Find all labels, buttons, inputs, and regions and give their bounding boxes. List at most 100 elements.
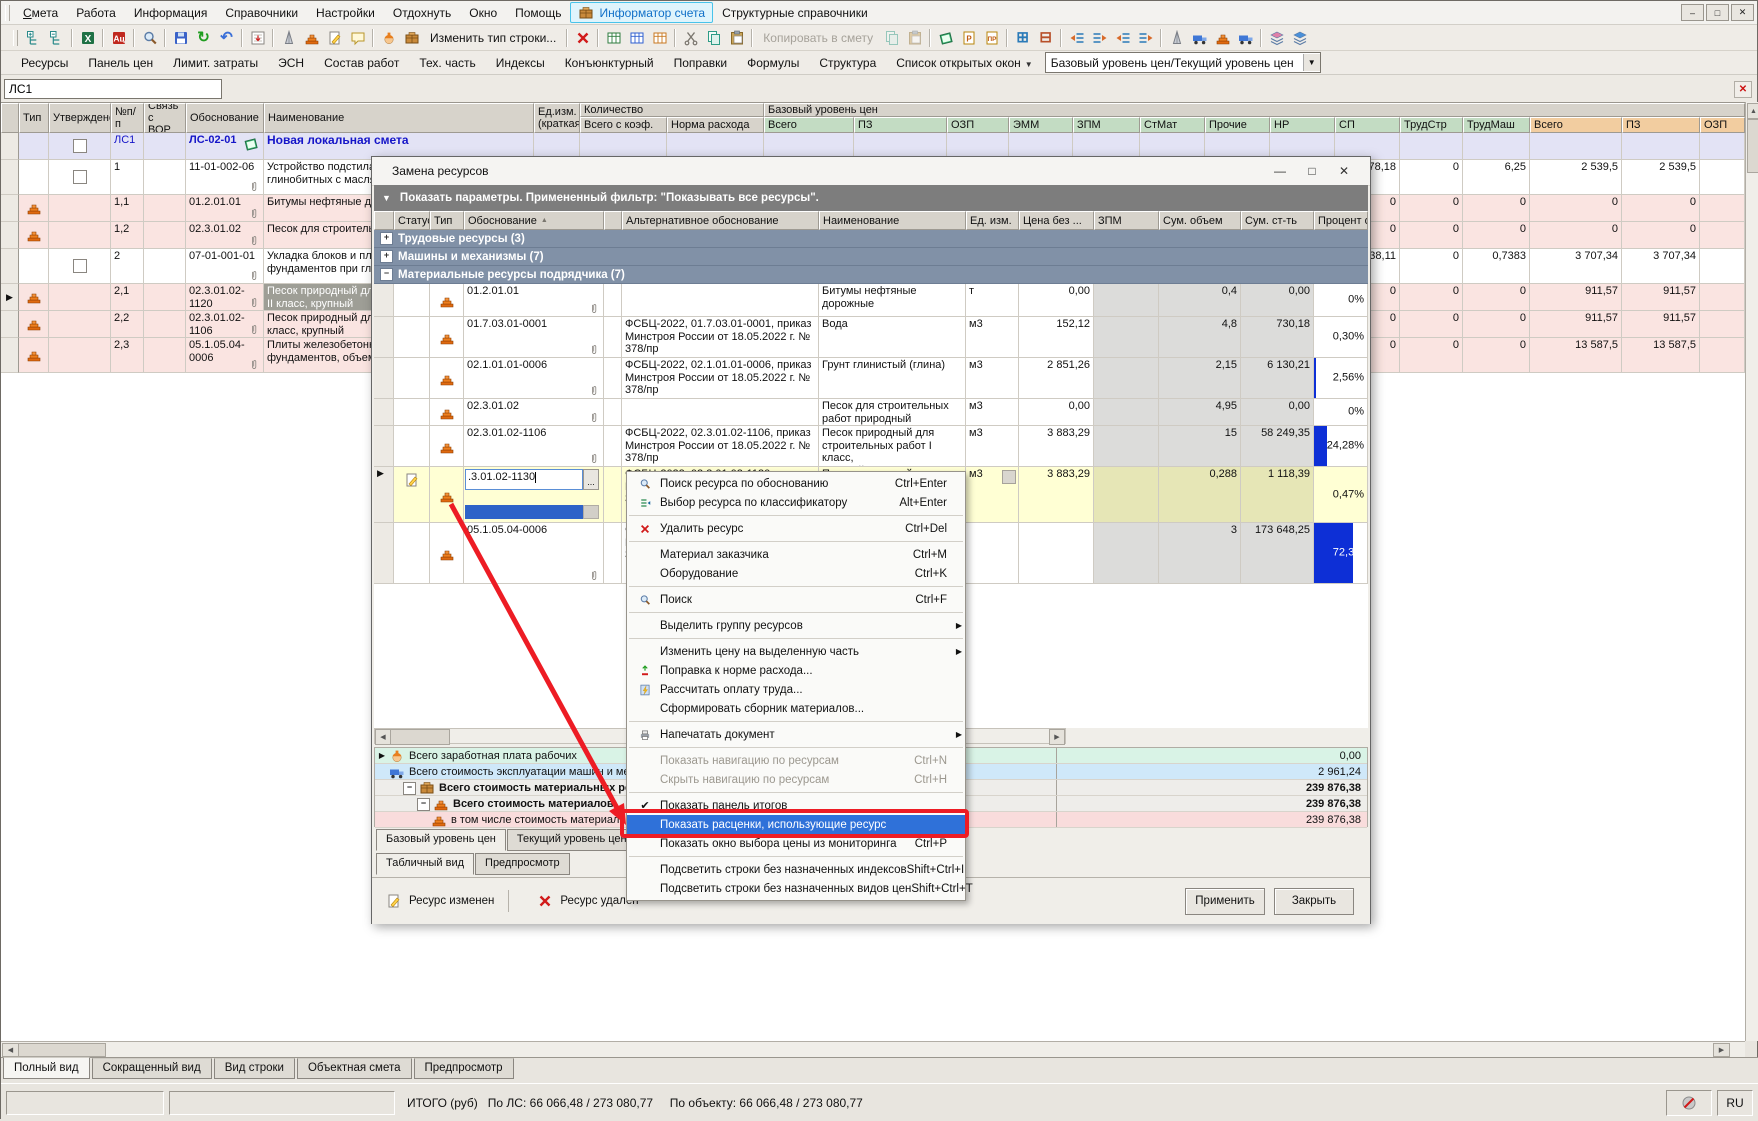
- context-menu-item[interactable]: Поправка к норме расхода...: [627, 661, 965, 680]
- cell-reference-input[interactable]: [4, 79, 222, 99]
- toolbar-button-save[interactable]: [169, 27, 192, 49]
- toolbar-button-row-insert[interactable]: ⊞: [1011, 27, 1034, 49]
- open-windows-dropdown[interactable]: Список открытых окон▼: [886, 54, 1038, 72]
- toolbar-button-bricks[interactable]: [1211, 27, 1234, 49]
- vertical-scrollbar[interactable]: ▲: [1745, 102, 1758, 1041]
- scroll-left-icon[interactable]: ◀: [375, 729, 391, 745]
- context-menu-item[interactable]: Материал заказчикаCtrl+M: [627, 545, 965, 564]
- panel-button-6[interactable]: Тех. часть: [409, 54, 485, 72]
- tab-4[interactable]: Объектная смета: [297, 1058, 412, 1079]
- toolbar-button-search[interactable]: [138, 27, 161, 49]
- toolbar-button-paste[interactable]: [725, 27, 748, 49]
- toolbar-button-building-doc[interactable]: [400, 27, 423, 49]
- unit-mini-button[interactable]: [1002, 470, 1016, 484]
- panel-button-4[interactable]: ЭСН: [268, 54, 314, 72]
- justification-edit-input[interactable]: .3.01.02-1130: [465, 469, 583, 490]
- toolbar-button-truck-add[interactable]: [1188, 27, 1211, 49]
- dialog-table-row[interactable]: 02.1.01.01-0006ФСБЦ-2022, 02.1.01.01-000…: [374, 358, 1368, 399]
- toolbar-button-undo[interactable]: ↶: [215, 27, 238, 49]
- toolbar-button-page-pr[interactable]: [980, 27, 1003, 49]
- toolbar-button-resource-man[interactable]: [377, 27, 400, 49]
- context-menu-item[interactable]: Напечатать документ▶: [627, 725, 965, 744]
- toolbar-button-comment[interactable]: [346, 27, 369, 49]
- chevron-down-icon[interactable]: ▼: [1303, 54, 1320, 71]
- price-level-combo[interactable]: Базовый уровень цен/Текущий уровень цен▼: [1045, 52, 1321, 73]
- window-minimize-button[interactable]: –: [1681, 4, 1704, 21]
- expand-icon[interactable]: +: [380, 250, 393, 263]
- toolbar-button-clipboard-edit[interactable]: [323, 27, 346, 49]
- toolbar-button-page-p[interactable]: [957, 27, 980, 49]
- panel-button-11[interactable]: Структура: [809, 54, 886, 72]
- toolbar-button-cut[interactable]: [679, 27, 702, 49]
- tab-3[interactable]: Вид строки: [214, 1058, 295, 1079]
- scroll-left-icon[interactable]: ◀: [2, 1043, 19, 1057]
- approved-checkbox[interactable]: [73, 259, 87, 273]
- dialog-view-tab-2[interactable]: Предпросмотр: [475, 853, 570, 875]
- context-menu-item[interactable]: ✔Показать панель итогов: [627, 796, 965, 815]
- toolbar-button-table-edit[interactable]: [625, 27, 648, 49]
- context-menu-item[interactable]: Подсветить строки без назначенных индекс…: [627, 860, 965, 879]
- menu-item-7[interactable]: Окно: [460, 4, 506, 22]
- context-menu-item[interactable]: Подсветить строки без назначенных видов …: [627, 879, 965, 898]
- toolbar-button-change-row-type[interactable]: Изменить тип строки...: [423, 31, 563, 45]
- close-button[interactable]: Закрыть: [1274, 888, 1354, 915]
- toolbar-button-truck[interactable]: [1234, 27, 1257, 49]
- toolbar-button-pdf-export[interactable]: [107, 27, 130, 49]
- toolbar-button-tree-expand[interactable]: [22, 27, 45, 49]
- collapse-triangle-icon[interactable]: ▼: [382, 193, 391, 203]
- dialog-close-button[interactable]: ✕: [1328, 160, 1360, 181]
- toolbar-button-outdent-right[interactable]: [1111, 27, 1134, 49]
- panel-button-9[interactable]: Поправки: [664, 54, 737, 72]
- toolbar-button-delete-row[interactable]: [571, 27, 594, 49]
- context-menu-item[interactable]: Выбор ресурса по классификаторуAlt+Enter: [627, 493, 965, 512]
- approved-checkbox[interactable]: [73, 170, 87, 184]
- formula-close-icon[interactable]: ✕: [1734, 81, 1752, 98]
- panel-button-8[interactable]: Конъюнктурный: [555, 54, 664, 72]
- context-menu-item[interactable]: Изменить цену на выделенную часть▶: [627, 642, 965, 661]
- toolbar-button-indent-left[interactable]: [1088, 27, 1111, 49]
- context-menu-item[interactable]: Сформировать сборник материалов...: [627, 699, 965, 718]
- tab-2[interactable]: Сокращенный вид: [92, 1058, 212, 1079]
- dialog-table-row[interactable]: 01.7.03.01-0001ФСБЦ-2022, 01.7.03.01-000…: [374, 317, 1368, 358]
- toolbar-button-tree-collapse[interactable]: [45, 27, 68, 49]
- menu-item-6[interactable]: Отдохнуть: [384, 4, 460, 22]
- panel-button-3[interactable]: Лимит. затраты: [163, 54, 268, 72]
- toolbar-button-indent-right[interactable]: [1065, 27, 1088, 49]
- dialog-table-row[interactable]: 02.3.01.02Песок для строительных работ п…: [374, 399, 1368, 426]
- window-close-button[interactable]: ✕: [1731, 4, 1754, 21]
- resource-group-row[interactable]: +Трудовые ресурсы (3): [374, 230, 1368, 248]
- toolbar-button-row-remove[interactable]: ⊟: [1034, 27, 1057, 49]
- menu-item-8[interactable]: Помощь: [506, 4, 570, 22]
- toolbar-button-table-money[interactable]: [602, 27, 625, 49]
- dialog-title-bar[interactable]: Замена ресурсов — □ ✕: [372, 157, 1370, 186]
- language-indicator[interactable]: RU: [1717, 1090, 1753, 1116]
- context-menu-item[interactable]: Удалить ресурсCtrl+Del: [627, 519, 965, 538]
- menu-item-3[interactable]: Информация: [125, 4, 216, 22]
- ellipsis-button[interactable]: ...: [583, 469, 599, 490]
- horizontal-scrollbar[interactable]: ◀ ▶: [1, 1041, 1745, 1057]
- dialog-minimize-button[interactable]: —: [1264, 160, 1296, 181]
- toolbar-button-outdent-left[interactable]: [1134, 27, 1157, 49]
- scroll-up-icon[interactable]: ▲: [1747, 103, 1758, 119]
- dialog-table-row[interactable]: 01.2.01.01Битумы нефтяные дорожныет0,000…: [374, 284, 1368, 317]
- scroll-right-icon[interactable]: ▶: [1049, 729, 1065, 745]
- apply-button[interactable]: Применить: [1185, 888, 1265, 915]
- tab-1[interactable]: Полный вид: [3, 1057, 90, 1079]
- panel-button-10[interactable]: Формулы: [737, 54, 809, 72]
- scroll-right-icon[interactable]: ▶: [1713, 1043, 1730, 1057]
- toolbar-button-refresh[interactable]: ↻: [192, 27, 215, 49]
- panel-button-5[interactable]: Состав работ: [314, 54, 409, 72]
- dialog-view-tab-1[interactable]: Табличный вид: [376, 853, 474, 875]
- toolbar-button-layers-blue[interactable]: [1288, 27, 1311, 49]
- menu-item-4[interactable]: Справочники: [216, 4, 307, 22]
- toolbar-button-materials[interactable]: [300, 27, 323, 49]
- context-menu-item[interactable]: Показать окно выбора цены из мониторинга…: [627, 834, 965, 853]
- resource-group-row[interactable]: −Материальные ресурсы подрядчика (7): [374, 266, 1368, 284]
- panel-button-1[interactable]: Ресурсы: [11, 54, 78, 72]
- tab-5[interactable]: Предпросмотр: [414, 1058, 514, 1079]
- toolbar-button-excel-export[interactable]: [76, 27, 99, 49]
- menu-item-5[interactable]: Настройки: [307, 4, 384, 22]
- dropdown-selected-item[interactable]: [465, 505, 583, 519]
- context-menu-item[interactable]: Рассчитать оплату труда...: [627, 680, 965, 699]
- context-menu-item-highlighted[interactable]: Показать расценки, использующие ресурс: [627, 815, 965, 834]
